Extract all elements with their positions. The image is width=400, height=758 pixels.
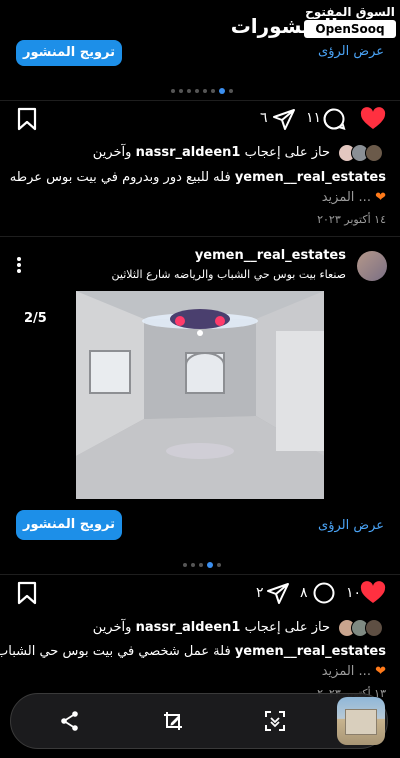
view-insights-link[interactable]: عرض الرؤى (318, 518, 384, 533)
caption-text: فله للبيع دور وبدروم في بيت بوس عرطه (9, 170, 231, 185)
comment-count: ٨ (300, 585, 308, 601)
carousel-dots-top (171, 88, 233, 94)
comment-button[interactable] (312, 581, 336, 609)
view-insights-link-top[interactable]: عرض الرؤى (318, 44, 384, 59)
opensooq-logo: السوق المفتوح OpenSooq (304, 4, 396, 38)
fire-emoji: ❤ (375, 664, 386, 679)
carousel-dots (183, 562, 221, 568)
divider (0, 574, 400, 575)
carousel-dot (191, 563, 195, 567)
preview-thumbnail[interactable] (337, 697, 385, 745)
carousel-dot-active (219, 88, 225, 94)
edit-icon (164, 712, 182, 730)
fire-emoji: ❤ (375, 190, 386, 205)
post-date: ١٤ أكتوبر ٢٠٢٣ (317, 213, 386, 226)
heart-icon (360, 107, 386, 129)
share-icon (61, 711, 78, 731)
more-link[interactable]: ... المزيد (322, 664, 371, 679)
bookmark-icon (17, 107, 37, 131)
carousel-dot (183, 563, 187, 567)
divider (0, 236, 400, 237)
promote-post-button[interactable]: ترويج المنشور (16, 510, 122, 540)
liked-by-row: حاز على إعجاب nassr_aldeen1 وآخرين (93, 145, 330, 160)
heart-icon (360, 581, 386, 603)
post-location[interactable]: صنعاء بيت بوس حي الشباب والرياضه شارع ال… (112, 268, 346, 281)
comment-icon (313, 582, 335, 604)
divider (0, 100, 400, 101)
liked-by-row: حاز على إعجاب nassr_aldeen1 وآخرين (93, 620, 330, 635)
post-caption: yemen__real_estates فله للبيع دور وبدروم… (10, 170, 386, 185)
liked-by-user[interactable]: nassr_aldeen1 (136, 145, 241, 160)
scan-button[interactable] (263, 709, 287, 737)
post-photo[interactable] (76, 291, 324, 499)
author-avatar[interactable] (357, 251, 387, 281)
caption-author[interactable]: yemen__real_estates (235, 170, 386, 185)
avatar (365, 619, 383, 637)
share-button[interactable] (59, 710, 81, 736)
send-button[interactable] (266, 581, 290, 609)
edit-button[interactable] (161, 709, 185, 737)
avatar (365, 144, 383, 162)
logo-arabic: السوق المفتوح (305, 5, 395, 19)
comment-icon (323, 108, 346, 130)
comment-count: ٦ (260, 110, 268, 126)
bottom-toolbar (10, 693, 388, 749)
send-icon (273, 109, 295, 130)
carousel-dot (195, 89, 199, 93)
caption-text: فلة عمل شخصي في بيت بوس حي الشباب (0, 644, 231, 659)
like-count: ١٠ (346, 585, 362, 601)
promote-post-label-top: ترويج المنشور (22, 45, 116, 60)
promote-post-button-top[interactable]: ترويج المنشور (16, 40, 122, 66)
post-caption: yemen__real_estates فلة عمل شخصي في بيت … (0, 644, 386, 659)
bookmark-button[interactable] (16, 581, 38, 609)
carousel-dot (217, 563, 221, 567)
carousel-dot (187, 89, 191, 93)
scan-icon (265, 711, 285, 731)
more-link[interactable]: ... المزيد (322, 190, 371, 205)
carousel-dot-active (207, 562, 213, 568)
thumbnail-building (345, 709, 377, 735)
carousel-dot (179, 89, 183, 93)
liked-by-avatars (338, 619, 388, 639)
liked-by-label: حاز على إعجاب (244, 620, 330, 635)
like-button[interactable] (360, 107, 386, 135)
send-icon (267, 583, 289, 604)
like-button[interactable] (360, 581, 386, 609)
share-count: ٢ (256, 585, 264, 601)
and-others-label: وآخرين (92, 145, 132, 160)
logo-english: OpenSooq (304, 20, 396, 38)
post-author[interactable]: yemen__real_estates (195, 248, 346, 263)
liked-by-avatars (338, 144, 388, 164)
more-options-button[interactable] (16, 256, 26, 276)
carousel-dot (229, 89, 233, 93)
bookmark-icon (17, 581, 37, 605)
liked-by-user[interactable]: nassr_aldeen1 (136, 620, 241, 635)
carousel-dot (171, 89, 175, 93)
carousel-dot (203, 89, 207, 93)
more-icon (17, 257, 21, 273)
liked-by-label: حاز على إعجاب (244, 145, 330, 160)
promote-post-label: ترويج المنشور (22, 517, 116, 532)
carousel-dot (199, 563, 203, 567)
bookmark-button[interactable] (16, 107, 38, 135)
carousel-dot (211, 89, 215, 93)
comment-button[interactable] (322, 107, 346, 135)
image-counter: 2/5 (24, 311, 47, 326)
send-button[interactable] (272, 107, 296, 135)
caption-more-row: ❤ ... المزيد (322, 664, 386, 679)
and-others-label: وآخرين (92, 620, 132, 635)
like-count: ١١ (306, 110, 322, 126)
caption-author[interactable]: yemen__real_estates (235, 644, 386, 659)
caption-more-row: ❤ ... المزيد (322, 190, 386, 205)
